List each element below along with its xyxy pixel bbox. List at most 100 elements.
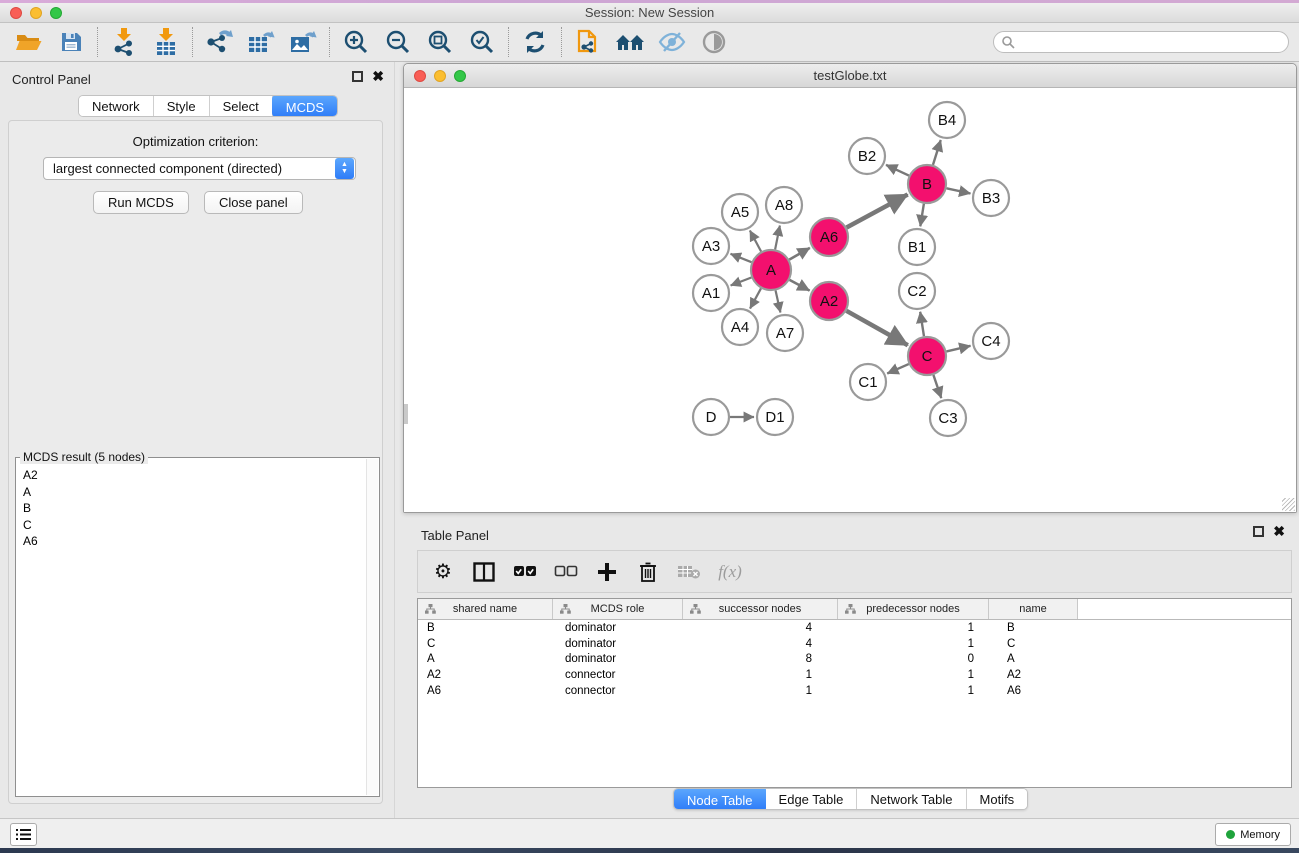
table-cell[interactable]: A2 — [418, 669, 553, 681]
edge-A-A4[interactable] — [750, 288, 761, 308]
edge-A-A1[interactable] — [731, 278, 752, 286]
table-cell[interactable]: 8 — [683, 653, 838, 665]
zoom-in-button[interactable] — [335, 25, 377, 59]
table-cell[interactable]: 1 — [838, 638, 989, 650]
search-input[interactable] — [993, 31, 1289, 53]
table-cell[interactable]: B — [418, 622, 553, 634]
column-header-successor-nodes[interactable]: successor nodes — [683, 599, 838, 619]
table-cell[interactable]: 1 — [683, 685, 838, 697]
edge-A-A2[interactable] — [790, 280, 810, 291]
zoom-out-button[interactable] — [377, 25, 419, 59]
table-row[interactable]: A2connector11A2 — [418, 667, 1291, 683]
zoom-selected-button[interactable] — [461, 25, 503, 59]
edge-A6-B[interactable] — [847, 194, 908, 227]
result-list-scrollbar[interactable] — [366, 459, 378, 795]
network-from-document-button[interactable] — [567, 25, 609, 59]
node-B[interactable]: B — [908, 165, 946, 203]
mcds-result-item[interactable]: A6 — [17, 533, 365, 550]
zoom-fit-button[interactable] — [419, 25, 461, 59]
node-A1[interactable]: A1 — [693, 275, 729, 311]
mcds-result-item[interactable]: A — [17, 484, 365, 501]
node-D[interactable]: D — [693, 399, 729, 435]
edge-B-B4[interactable] — [933, 140, 941, 165]
tab-edge-table[interactable]: Edge Table — [766, 789, 858, 809]
edge-A2-C[interactable] — [846, 311, 907, 345]
table-cell[interactable]: 4 — [683, 622, 838, 634]
network-graph[interactable]: B4B2BB3A5A8A6A3B1AA1A2C2A4A7CC4C1C3DD1 — [404, 88, 1296, 512]
table-cell[interactable]: A6 — [418, 685, 553, 697]
mcds-result-item[interactable]: C — [17, 517, 365, 534]
split-columns-button[interactable] — [471, 559, 497, 585]
close-panel-icon[interactable]: ✖ — [1273, 526, 1285, 537]
node-C4[interactable]: C4 — [973, 323, 1009, 359]
column-header-predecessor-nodes[interactable]: predecessor nodes — [838, 599, 989, 619]
table-cell[interactable]: A6 — [989, 685, 1078, 697]
table-cell[interactable]: connector — [553, 669, 683, 681]
network-canvas[interactable]: B4B2BB3A5A8A6A3B1AA1A2C2A4A7CC4C1C3DD1 — [404, 88, 1296, 512]
import-network-button[interactable] — [103, 25, 145, 59]
edge-B-B1[interactable] — [920, 204, 924, 227]
resize-grip-icon[interactable] — [1282, 498, 1295, 511]
add-column-button[interactable] — [594, 559, 620, 585]
table-cell[interactable]: connector — [553, 685, 683, 697]
edge-A-A5[interactable] — [750, 231, 761, 252]
node-B2[interactable]: B2 — [849, 138, 885, 174]
network-window-titlebar[interactable]: testGlobe.txt — [404, 64, 1296, 88]
edge-C-C4[interactable] — [946, 346, 970, 352]
node-A6[interactable]: A6 — [810, 218, 848, 256]
table-row[interactable]: Cdominator41C — [418, 636, 1291, 652]
open-session-button[interactable] — [8, 25, 50, 59]
node-table[interactable]: shared nameMCDS rolesuccessor nodesprede… — [417, 598, 1292, 788]
node-A[interactable]: A — [751, 250, 791, 290]
table-cell[interactable]: 1 — [838, 622, 989, 634]
node-A4[interactable]: A4 — [722, 309, 758, 345]
save-session-button[interactable] — [50, 25, 92, 59]
column-header-MCDS-role[interactable]: MCDS role — [553, 599, 683, 619]
tab-node-table[interactable]: Node Table — [673, 788, 767, 810]
column-header-name[interactable]: name — [989, 599, 1078, 619]
close-panel-button[interactable]: Close panel — [204, 191, 303, 214]
close-panel-icon[interactable]: ✖ — [372, 71, 384, 82]
table-cell[interactable]: A2 — [989, 669, 1078, 681]
node-B3[interactable]: B3 — [973, 180, 1009, 216]
task-history-button[interactable] — [10, 823, 37, 846]
tab-network[interactable]: Network — [79, 96, 154, 116]
import-table-button[interactable] — [145, 25, 187, 59]
edge-C-C3[interactable] — [933, 375, 941, 398]
delete-table-button[interactable] — [676, 559, 702, 585]
edge-A-A8[interactable] — [775, 226, 780, 250]
select-all-button[interactable] — [512, 559, 538, 585]
edge-A-A3[interactable] — [730, 254, 751, 262]
mcds-result-item[interactable]: B — [17, 500, 365, 517]
table-settings-button[interactable]: ⚙ — [430, 559, 456, 585]
edge-A-A7[interactable] — [776, 290, 781, 312]
float-panel-icon[interactable] — [352, 71, 363, 82]
node-B4[interactable]: B4 — [929, 102, 965, 138]
tab-network-table[interactable]: Network Table — [857, 789, 966, 809]
node-C1[interactable]: C1 — [850, 364, 886, 400]
table-cell[interactable]: 0 — [838, 653, 989, 665]
edge-B-B3[interactable] — [947, 188, 971, 193]
edge-B-B2[interactable] — [886, 165, 909, 176]
tab-style[interactable]: Style — [154, 96, 210, 116]
node-A3[interactable]: A3 — [693, 228, 729, 264]
show-graphics-details-button[interactable] — [693, 25, 735, 59]
node-A5[interactable]: A5 — [722, 194, 758, 230]
deselect-all-button[interactable] — [553, 559, 579, 585]
table-cell[interactable]: 1 — [838, 669, 989, 681]
table-cell[interactable]: 1 — [683, 669, 838, 681]
table-cell[interactable]: C — [418, 638, 553, 650]
tab-mcds[interactable]: MCDS — [272, 95, 338, 117]
criterion-dropdown[interactable]: largest connected component (directed) ▲… — [43, 157, 356, 180]
node-C[interactable]: C — [908, 337, 946, 375]
node-A8[interactable]: A8 — [766, 187, 802, 223]
mcds-result-list[interactable]: A2ABCA6 — [17, 467, 365, 795]
mcds-result-item[interactable]: A2 — [17, 467, 365, 484]
node-D1[interactable]: D1 — [757, 399, 793, 435]
table-cell[interactable]: A — [418, 653, 553, 665]
export-image-button[interactable] — [282, 25, 324, 59]
node-B1[interactable]: B1 — [899, 229, 935, 265]
edge-A-A6[interactable] — [789, 248, 810, 260]
table-cell[interactable]: 4 — [683, 638, 838, 650]
table-cell[interactable]: 1 — [838, 685, 989, 697]
